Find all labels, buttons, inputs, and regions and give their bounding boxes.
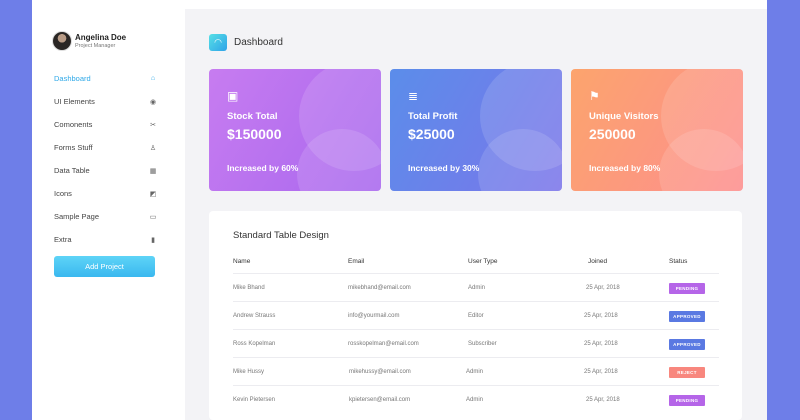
cell-email[interactable]: info@yourmail.com	[348, 313, 399, 319]
sidebar-item-icons[interactable]: Icons ◩	[54, 182, 157, 205]
status-badge: APPROVED	[669, 311, 705, 322]
user-profile[interactable]: Angelina Doe Project Manager	[52, 31, 126, 51]
column-header-status[interactable]: Status	[669, 258, 687, 265]
top-bar	[185, 0, 767, 9]
table-row[interactable]: Mike Hussy mikehussy@email.com Admin 25 …	[233, 357, 719, 385]
table-title: Standard Table Design	[233, 230, 329, 241]
gauge-icon: ◠	[209, 34, 227, 51]
sidebar-item-dashboard[interactable]: Dashboard ⌂	[54, 67, 157, 90]
sidebar-item-label: UI Elements	[54, 97, 95, 106]
stat-card-stock-total[interactable]: ▣ Stock Total $150000 Increased by 60%	[209, 69, 381, 191]
standard-table-card: Standard Table Design Name Email User Ty…	[209, 211, 742, 420]
cell-email[interactable]: rosskopelman@email.com	[348, 341, 419, 347]
cell-name: Mike Bhand	[233, 285, 265, 291]
sidebar-item-label: Extra	[54, 235, 72, 244]
page-title: Dashboard	[234, 37, 283, 48]
column-header-user-type[interactable]: User Type	[468, 258, 498, 265]
sidebar-item-label: Dashboard	[54, 74, 91, 83]
trash-icon: ▮	[151, 236, 155, 244]
cell-user-type: Subscriber	[468, 341, 497, 347]
column-header-name[interactable]: Name	[233, 258, 250, 265]
profile-name: Angelina Doe	[75, 32, 127, 42]
flask-icon: ♙	[149, 144, 157, 152]
sidebar-item-label: Sample Page	[54, 212, 100, 221]
table-icon: ▦	[149, 167, 157, 175]
status-badge: REJECT	[669, 367, 705, 378]
stat-card-unique-visitors[interactable]: ⚑ Unique Visitors 250000 Increased by 80…	[571, 69, 743, 191]
page-header: ◠ Dashboard	[209, 34, 283, 51]
cell-email[interactable]: kpietersen@email.com	[349, 397, 410, 403]
cell-name: Mike Hussy	[233, 369, 265, 375]
sidebar-nav: Dashboard ⌂ UI Elements ◉ Comonents ✂ Fo…	[54, 67, 157, 251]
sidebar-item-label: Data Table	[54, 166, 90, 175]
cell-name: Kevin Pietersen	[233, 397, 276, 403]
table-header: Name Email User Type Joined Status	[233, 258, 719, 272]
sidebar-item-sample-page[interactable]: Sample Page ▭	[54, 205, 157, 228]
cell-email[interactable]: mikebhand@email.com	[348, 285, 411, 291]
chart-window-icon: ▣	[227, 89, 239, 103]
card-subtext: Increased by 60%	[227, 163, 299, 173]
monitor-icon: ▭	[149, 213, 157, 221]
cell-joined: 25 Apr, 2018	[584, 369, 618, 375]
cell-joined: 25 Apr, 2018	[584, 341, 618, 347]
sidebar-item-components[interactable]: Comonents ✂	[54, 113, 157, 136]
card-label: Unique Visitors	[589, 111, 659, 122]
sidebar-item-forms-stuff[interactable]: Forms Stuff ♙	[54, 136, 157, 159]
sidebar-item-ui-elements[interactable]: UI Elements ◉	[54, 90, 157, 113]
table-row[interactable]: Andrew Strauss info@yourmail.com Editor …	[233, 301, 719, 329]
palette-icon: ◉	[149, 98, 157, 106]
sidebar-item-label: Icons	[54, 189, 72, 198]
table-row[interactable]: Mike Bhand mikebhand@email.com Admin 25 …	[233, 273, 719, 301]
table-row[interactable]: Kevin Pietersen kpietersen@email.com Adm…	[233, 385, 719, 413]
table-row[interactable]: Ross Kopelman rosskopelman@email.com Sub…	[233, 329, 719, 357]
app-window: Angelina Doe Project Manager Dashboard ⌂…	[32, 0, 767, 420]
cell-user-type: Editor	[468, 313, 484, 319]
cell-joined: 25 Apr, 2018	[584, 313, 618, 319]
cell-name: Ross Kopelman	[233, 341, 276, 347]
card-label: Total Profit	[408, 111, 458, 122]
sidebar: Angelina Doe Project Manager Dashboard ⌂…	[32, 0, 185, 420]
card-value: 250000	[589, 126, 636, 142]
status-badge: PENDING	[669, 395, 705, 406]
cell-email[interactable]: mikehussy@email.com	[349, 369, 411, 375]
database-icon: ≣	[408, 89, 419, 103]
card-label: Stock Total	[227, 111, 278, 122]
card-subtext: Increased by 80%	[589, 163, 661, 173]
puzzle-icon: ✂	[150, 121, 156, 129]
cell-user-type: Admin	[466, 369, 484, 375]
column-header-email[interactable]: Email	[348, 258, 364, 265]
card-subtext: Increased by 30%	[408, 163, 480, 173]
status-badge: APPROVED	[669, 339, 705, 350]
profile-role: Project Manager	[75, 42, 116, 49]
card-value: $25000	[408, 126, 455, 142]
status-badge: PENDING	[669, 283, 705, 294]
sidebar-item-label: Comonents	[54, 120, 93, 129]
cell-joined: 25 Apr, 2018	[586, 397, 620, 403]
cell-user-type: Admin	[468, 285, 486, 291]
stat-card-total-profit[interactable]: ≣ Total Profit $25000 Increased by 30%	[390, 69, 562, 191]
cell-name: Andrew Strauss	[233, 313, 276, 319]
add-project-button[interactable]: Add Project	[54, 256, 155, 277]
sidebar-item-label: Forms Stuff	[54, 143, 93, 152]
sidebar-item-data-table[interactable]: Data Table ▦	[54, 159, 157, 182]
home-icon: ⌂	[150, 75, 156, 82]
image-icon: ◩	[149, 190, 157, 198]
flag-icon: ⚑	[589, 89, 600, 103]
card-value: $150000	[227, 126, 282, 142]
column-header-joined[interactable]: Joined	[588, 258, 607, 265]
cell-joined: 25 Apr, 2018	[586, 285, 620, 291]
avatar[interactable]	[52, 31, 72, 51]
cell-user-type: Admin	[466, 397, 484, 403]
sidebar-item-extra[interactable]: Extra ▮	[54, 228, 157, 251]
